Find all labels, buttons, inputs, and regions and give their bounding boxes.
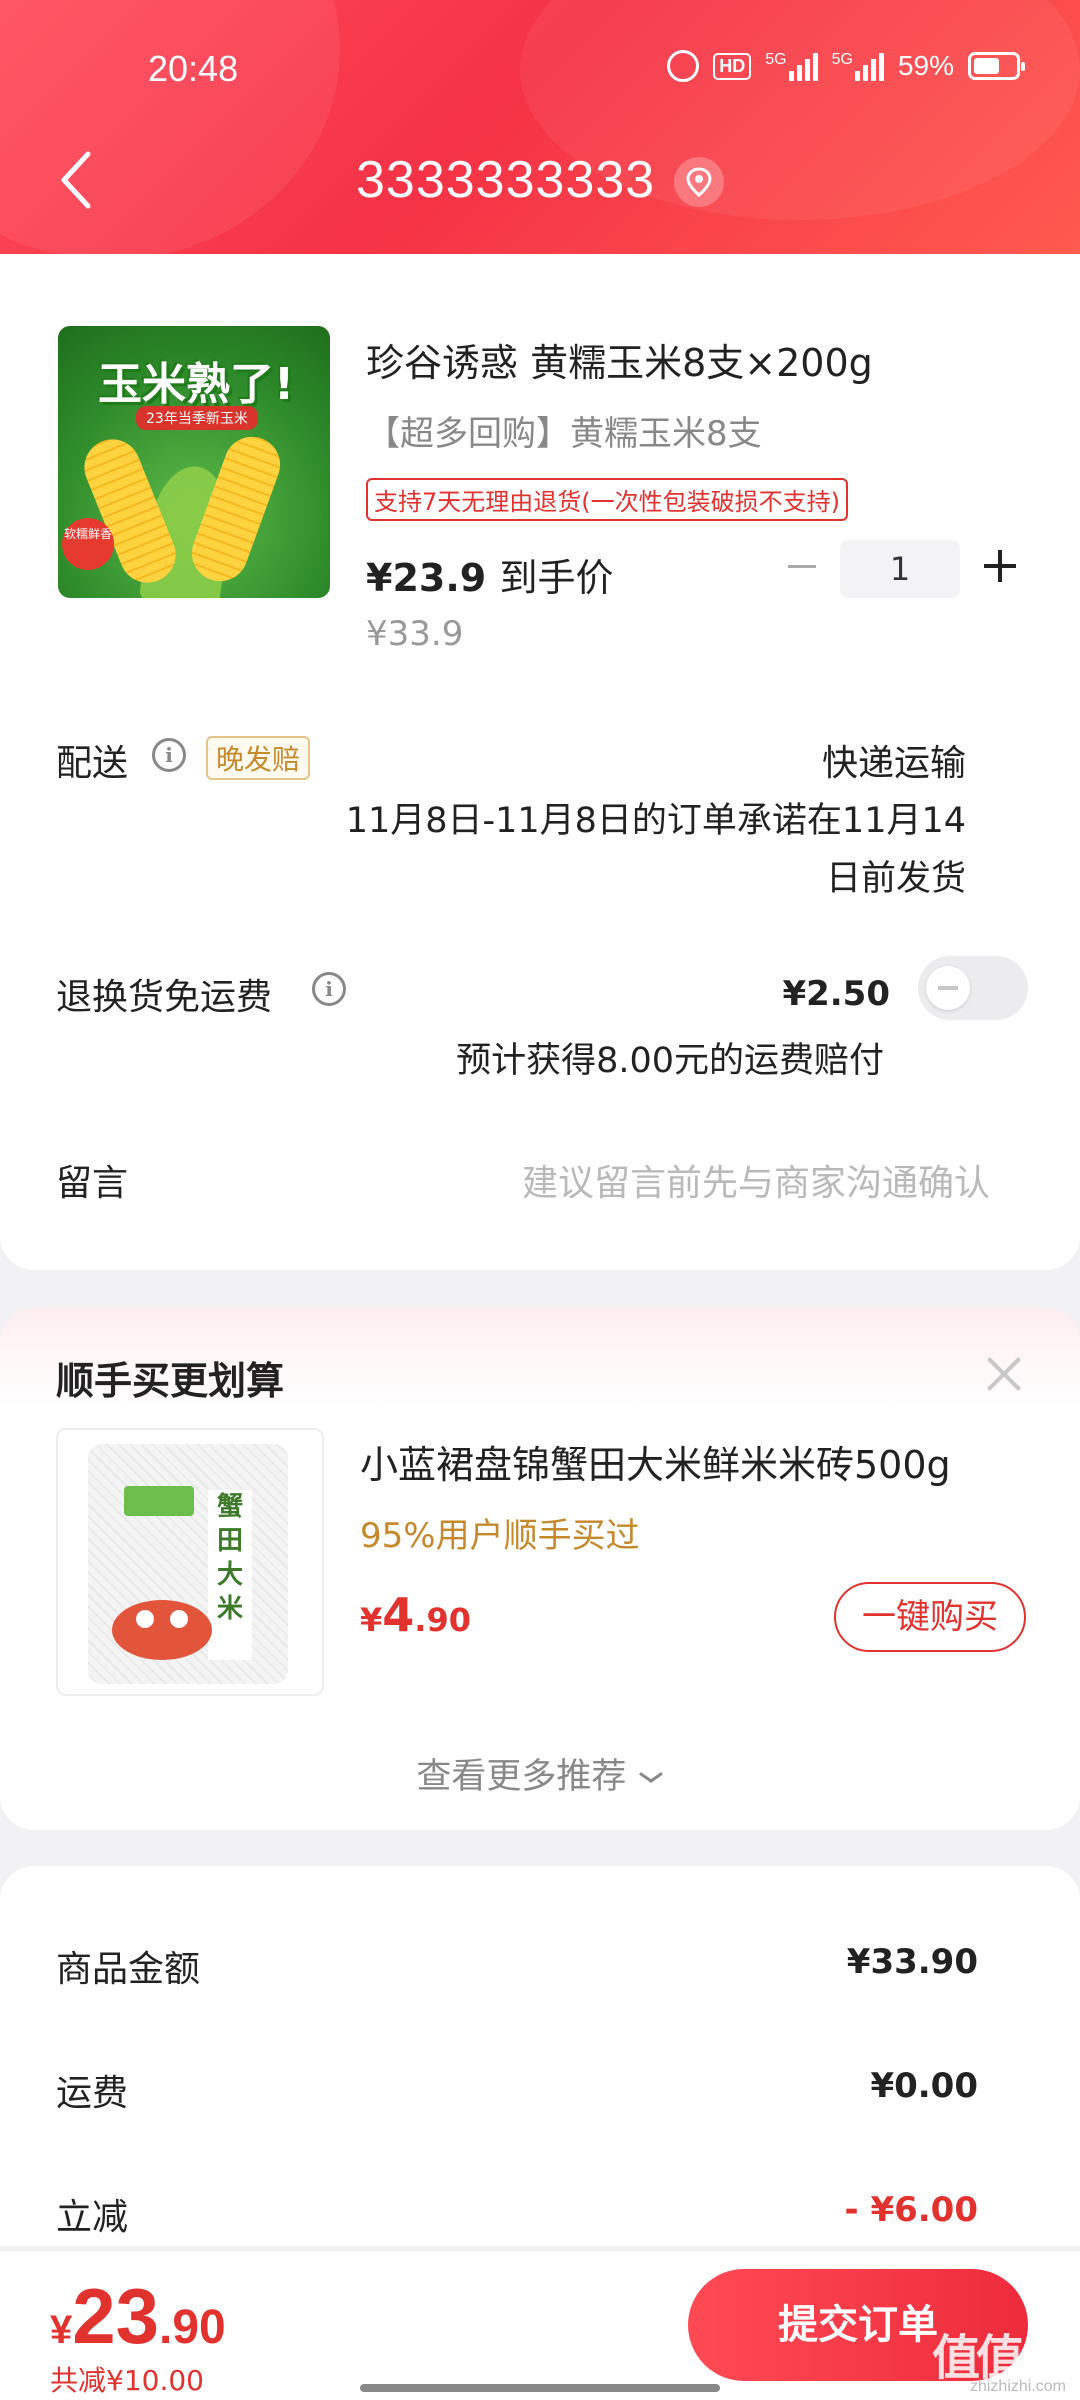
signal-icon: 5G <box>765 51 818 81</box>
message-label: 留言 <box>56 1163 129 1204</box>
shipping-promise: 11月8日-11月8日的订单承诺在11月14日前发货 <box>345 801 966 899</box>
discount-value: - ¥6.00 <box>844 2190 979 2230</box>
late-compensation-tag: 晚发赔 <box>206 736 311 780</box>
quantity-input[interactable]: 1 <box>840 540 960 598</box>
quantity-increase-button[interactable] <box>978 542 1022 592</box>
back-button[interactable] <box>58 150 98 210</box>
recommend-product-title[interactable]: 小蓝裙盘锦蟹田大米鲜米米砖500g <box>360 1434 1020 1489</box>
freight-insurance-note: 预计获得8.00元的运费赔付 <box>456 1041 884 1081</box>
info-icon[interactable]: i <box>312 972 346 1006</box>
signal-icon: 5G <box>832 51 884 81</box>
return-policy-tag: 支持7天无理由退货(一次性包装破损不支持) <box>366 478 848 521</box>
crab-graphic <box>112 1600 212 1660</box>
battery-percent: 59% <box>897 50 954 81</box>
goods-amount-value: ¥33.90 <box>846 1942 978 1982</box>
quantity-decrease-button[interactable] <box>780 544 824 588</box>
order-card: 玉米熟了! 23年当季新玉米 软糯鲜香 珍谷诱惑 黄糯玉米8支×200g 【超多… <box>0 254 1080 1270</box>
one-click-buy-button[interactable]: 一键购买 <box>834 1582 1026 1652</box>
freight-insurance-price: ¥2.50 <box>782 974 890 1014</box>
chevron-left-icon <box>61 151 91 209</box>
recommend-stat: 95%用户顺手买过 <box>360 1516 640 1556</box>
product-subtitle: 【超多回购】黄糯玉米8支 <box>366 414 762 454</box>
hd-icon: HD <box>713 52 752 80</box>
watermark-url: zhizhizhi.com <box>969 2378 1066 2395</box>
product-image[interactable]: 玉米熟了! 23年当季新玉米 软糯鲜香 <box>58 326 330 598</box>
close-icon[interactable] <box>982 1352 1026 1396</box>
recommend-price: ¥4.90 <box>360 1588 471 1642</box>
minus-icon <box>788 564 816 568</box>
delivery-label: 配送 <box>56 743 129 784</box>
goods-amount-label: 商品金额 <box>56 1949 201 1990</box>
message-input[interactable]: 建议留言前先与商家沟通确认 <box>522 1154 990 1206</box>
battery-icon <box>968 52 1025 80</box>
checkout-bar: ¥23.90 共减¥10.00 提交订单 <box>0 2250 1080 2400</box>
final-price: ¥23.9 到手价 <box>366 556 614 600</box>
more-recommendations-link[interactable]: 查看更多推荐 <box>0 1748 1080 1799</box>
shipping-fee-value: ¥0.00 <box>870 2066 978 2106</box>
header: 20:48 HD 5G 5G 59% 3333333333 <box>0 0 1080 254</box>
status-icons: HD 5G 5G 59% <box>667 50 1025 82</box>
price-summary: 商品金额 ¥33.90 运费 ¥0.00 立减 - ¥6.00 <box>0 1866 1080 2246</box>
page-title[interactable]: 3333333333 <box>356 150 655 210</box>
location-icon[interactable] <box>674 157 724 207</box>
total-discount: 共减¥10.00 <box>50 2364 204 2397</box>
recommend-title: 顺手买更划算 <box>56 1359 285 1403</box>
freight-insurance-toggle[interactable] <box>918 956 1028 1020</box>
shipping-method[interactable]: 快递运输 <box>822 734 966 786</box>
home-indicator[interactable] <box>360 2384 720 2392</box>
chevron-down-icon <box>639 1772 663 1783</box>
recommend-product-image[interactable]: 蟹田大米 <box>56 1428 324 1696</box>
alarm-icon <box>667 50 700 82</box>
info-icon[interactable]: i <box>152 738 186 772</box>
product-title[interactable]: 珍谷诱惑 黄糯玉米8支×200g <box>366 332 873 387</box>
total-price: ¥23.90 <box>50 2272 226 2360</box>
original-price: ¥33.9 <box>366 614 464 654</box>
recommend-card: 顺手买更划算 蟹田大米 小蓝裙盘锦蟹田大米鲜米米砖500g 95%用户顺手买过 … <box>0 1308 1080 1830</box>
freight-insurance-label: 退换货免运费 <box>56 977 273 1018</box>
shipping-fee-label: 运费 <box>56 2073 129 2114</box>
status-time: 20:48 <box>148 48 239 89</box>
discount-label: 立减 <box>56 2197 129 2238</box>
